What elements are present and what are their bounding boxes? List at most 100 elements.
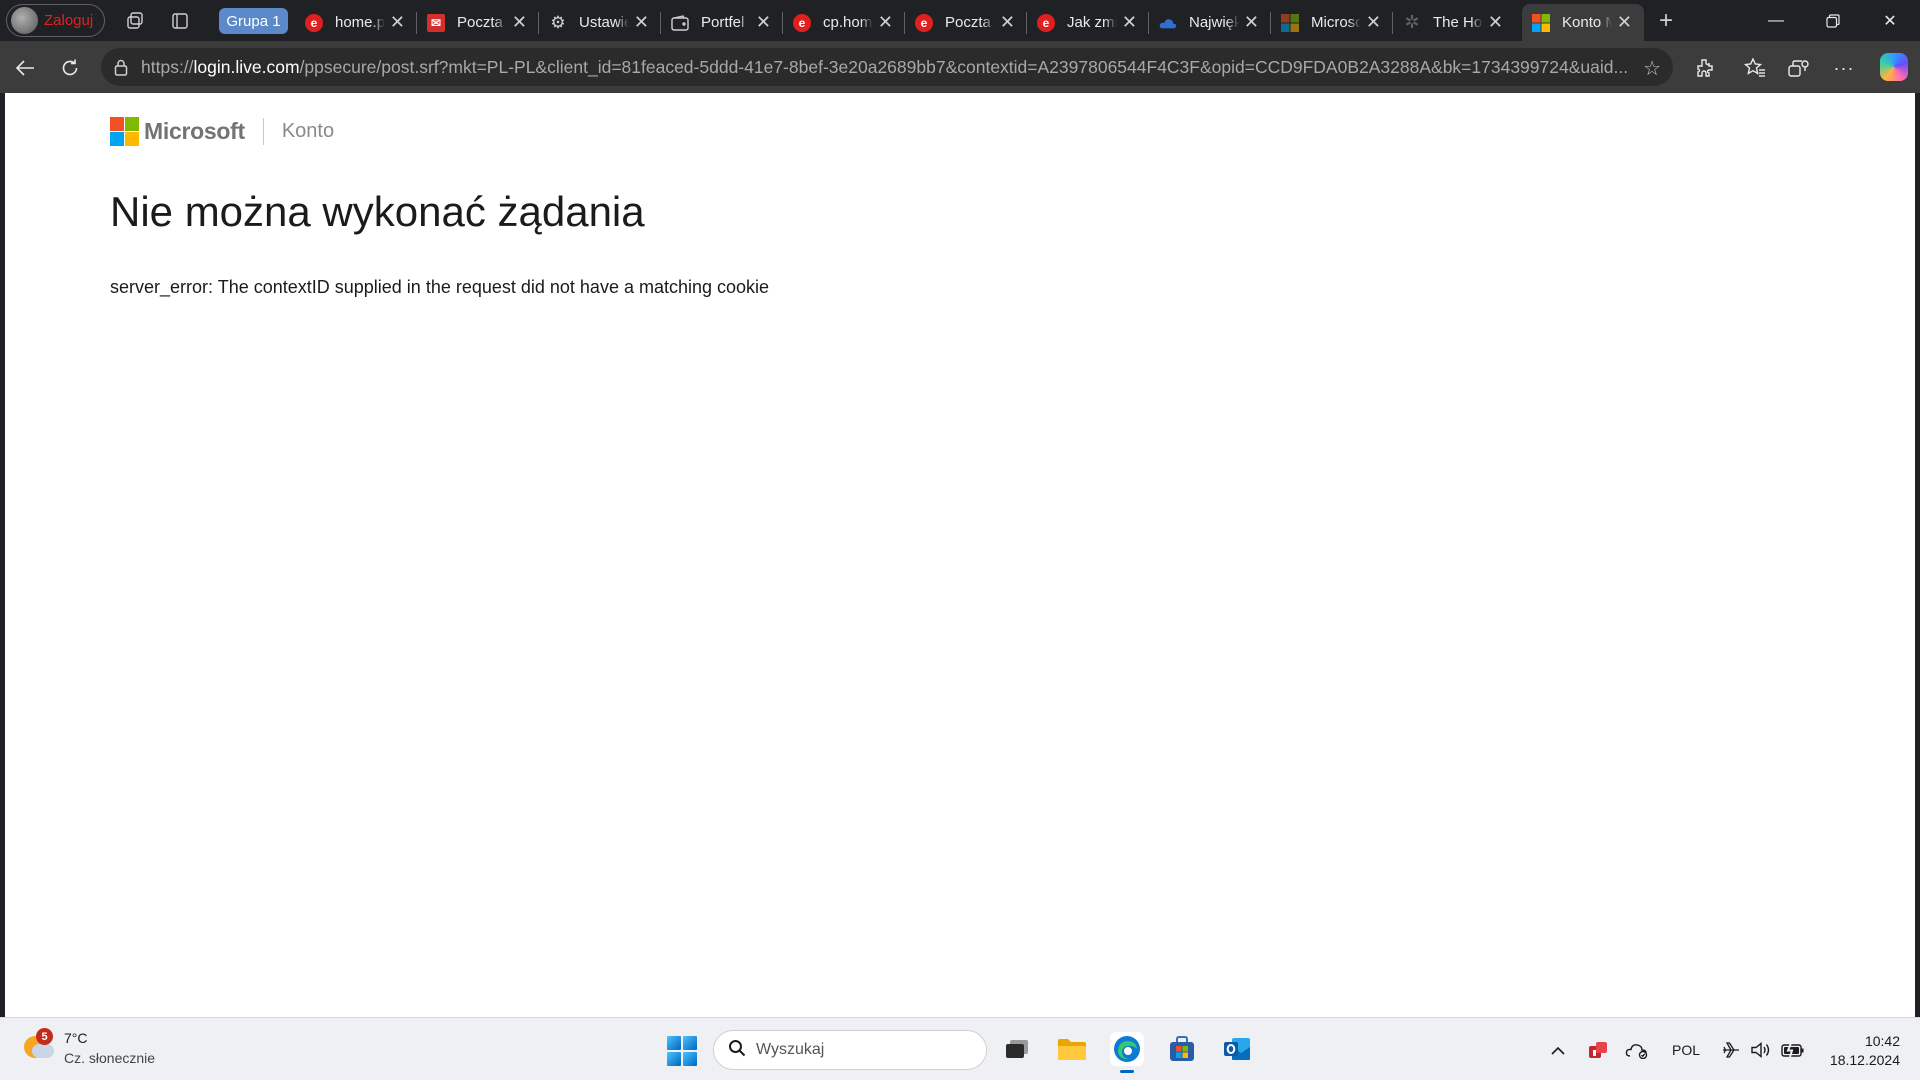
mail-favicon-icon: ✉ bbox=[427, 13, 445, 32]
edge-icon[interactable] bbox=[1110, 1032, 1144, 1073]
microsoft-header: Microsoft Konto bbox=[110, 117, 334, 146]
close-tab-icon[interactable]: ✕ bbox=[390, 12, 405, 33]
tab-strip: Zaloguj Grupa 1 e home.pl ✕ ✉ Poczta ✕ ⚙… bbox=[0, 0, 1920, 41]
page-content: Microsoft Konto Nie można wykonać żądani… bbox=[5, 93, 1915, 1017]
minimize-icon[interactable]: — bbox=[1753, 4, 1799, 38]
outlook-icon[interactable] bbox=[1220, 1032, 1254, 1066]
onedrive-icon bbox=[1159, 14, 1177, 32]
tab-the-home[interactable]: ✲ The Home ✕ bbox=[1393, 4, 1515, 41]
weather-description: Cz. słonecznie bbox=[64, 1050, 156, 1066]
close-tab-icon[interactable]: ✕ bbox=[1244, 12, 1259, 33]
tab-title: The Home bbox=[1433, 14, 1483, 31]
search-placeholder: Wyszukaj bbox=[756, 1041, 825, 1058]
home-pl-favicon-icon: e bbox=[305, 13, 323, 32]
url-text: https://login.live.com/ppsecure/post.srf… bbox=[141, 57, 1631, 78]
home-pl-favicon-icon: e bbox=[793, 13, 811, 32]
tab-jak-zmienic[interactable]: e Jak zmienić ✕ bbox=[1027, 4, 1149, 41]
search-icon bbox=[728, 1039, 746, 1062]
browser-toolbar: https://login.live.com/ppsecure/post.srf… bbox=[0, 41, 1920, 93]
tab-group-chip[interactable]: Grupa 1 bbox=[219, 8, 288, 34]
url-host: login.live.com bbox=[193, 56, 300, 77]
error-message: server_error: The contextID supplied in … bbox=[110, 277, 770, 297]
tab-title: Ustawienia bbox=[579, 14, 629, 31]
close-tab-icon[interactable]: ✕ bbox=[512, 12, 527, 33]
tab-konto-microsoft[interactable]: Konto Microsoft ✕ bbox=[1522, 4, 1644, 41]
restore-icon[interactable] bbox=[1810, 4, 1856, 38]
battery-icon[interactable] bbox=[1780, 1038, 1806, 1062]
tab-portfel[interactable]: Portfel ✕ bbox=[661, 4, 783, 41]
tab-najwieksze[interactable]: Największe ✕ bbox=[1149, 4, 1271, 41]
collections-icon[interactable] bbox=[1784, 53, 1814, 83]
airplane-mode-icon[interactable] bbox=[1720, 1038, 1742, 1062]
close-tab-icon[interactable]: ✕ bbox=[878, 12, 893, 33]
tab-title: Portfel bbox=[701, 14, 745, 31]
wallet-icon bbox=[671, 14, 689, 32]
close-tab-icon[interactable]: ✕ bbox=[1122, 12, 1137, 33]
tab-title: Poczta bbox=[457, 14, 503, 31]
profile-label: Zaloguj bbox=[44, 12, 94, 29]
clock[interactable]: 10:42 18.12.2024 bbox=[1820, 1032, 1900, 1070]
task-view-icon[interactable] bbox=[1000, 1032, 1034, 1066]
address-bar[interactable]: https://login.live.com/ppsecure/post.srf… bbox=[101, 48, 1673, 86]
close-tab-icon[interactable]: ✕ bbox=[1617, 12, 1632, 33]
antivirus-tray-icon[interactable] bbox=[1585, 1038, 1611, 1062]
puzzle-favicon-icon: ✲ bbox=[1404, 12, 1420, 32]
weather-badge: 5 bbox=[36, 1028, 53, 1045]
more-options-icon[interactable]: ··· bbox=[1829, 53, 1859, 83]
tab-title: Konto Microsoft bbox=[1562, 14, 1612, 31]
extensions-icon[interactable] bbox=[1689, 53, 1719, 83]
close-tab-icon[interactable]: ✕ bbox=[1488, 12, 1503, 33]
copilot-icon[interactable] bbox=[1880, 53, 1908, 81]
taskbar: 5 7°C Cz. słonecznie Wyszukaj POL 10:42 … bbox=[0, 1017, 1920, 1080]
start-button[interactable] bbox=[667, 1036, 697, 1066]
tab-title: Jak zmienić bbox=[1067, 14, 1117, 31]
favorites-icon[interactable] bbox=[1740, 53, 1770, 83]
language-indicator[interactable]: POL bbox=[1668, 1038, 1704, 1062]
lock-icon[interactable] bbox=[113, 58, 129, 76]
tab-title: cp.home.pl bbox=[823, 14, 873, 31]
close-tab-icon[interactable]: ✕ bbox=[756, 12, 771, 33]
section-name: Konto bbox=[281, 120, 335, 142]
refresh-icon[interactable] bbox=[55, 53, 85, 83]
tab-title: Microsoft bbox=[1311, 14, 1361, 31]
microsoft-logo-icon bbox=[110, 117, 139, 146]
microsoft-store-icon[interactable] bbox=[1165, 1032, 1199, 1066]
weather-temperature: 7°C bbox=[64, 1030, 88, 1046]
brand-name: Microsoft bbox=[144, 118, 245, 144]
profile-button[interactable]: Zaloguj bbox=[6, 4, 105, 37]
tab-title: home.pl bbox=[335, 14, 385, 31]
close-tab-icon[interactable]: ✕ bbox=[1366, 12, 1381, 33]
url-path: /ppsecure/post.srf?mkt=PL-PL&client_id=8… bbox=[299, 56, 1629, 77]
clock-time: 10:42 bbox=[1864, 1033, 1900, 1049]
new-tab-icon[interactable]: + bbox=[1653, 7, 1679, 34]
tab-poczta-2[interactable]: e Poczta ✕ bbox=[905, 4, 1027, 41]
close-tab-icon[interactable]: ✕ bbox=[634, 12, 649, 33]
file-explorer-icon[interactable] bbox=[1055, 1032, 1089, 1066]
home-pl-favicon-icon: e bbox=[1037, 13, 1055, 32]
workspaces-icon[interactable] bbox=[122, 8, 148, 34]
taskbar-search[interactable]: Wyszukaj bbox=[713, 1030, 987, 1070]
home-pl-favicon-icon: e bbox=[915, 13, 933, 32]
weather-widget[interactable]: 5 7°C Cz. słonecznie bbox=[22, 1028, 156, 1066]
back-icon[interactable] bbox=[10, 53, 40, 83]
tab-home-pl[interactable]: e home.pl ✕ bbox=[295, 4, 417, 41]
volume-icon[interactable] bbox=[1749, 1038, 1773, 1062]
tab-poczta[interactable]: ✉ Poczta ✕ bbox=[417, 4, 539, 41]
favorite-star-icon[interactable]: ☆ bbox=[1643, 56, 1661, 81]
microsoft-logo-icon bbox=[1281, 13, 1299, 32]
tab-ustawienia[interactable]: ⚙ Ustawienia ✕ bbox=[539, 4, 661, 41]
page-title: Nie można wykonać żądania bbox=[110, 188, 645, 235]
tab-title: Największe bbox=[1189, 14, 1239, 31]
vertical-tabs-icon[interactable] bbox=[167, 8, 193, 34]
weather-icon: 5 bbox=[22, 1028, 54, 1062]
avatar bbox=[11, 7, 38, 34]
gear-icon: ⚙ bbox=[550, 12, 566, 32]
clock-date: 18.12.2024 bbox=[1829, 1052, 1900, 1068]
close-window-icon[interactable]: ✕ bbox=[1867, 4, 1913, 38]
tab-cp-home-pl[interactable]: e cp.home.pl ✕ bbox=[783, 4, 905, 41]
microsoft-logo-icon bbox=[1532, 13, 1550, 32]
close-tab-icon[interactable]: ✕ bbox=[1000, 12, 1015, 33]
tab-microsoft[interactable]: Microsoft ✕ bbox=[1271, 4, 1393, 41]
onedrive-tray-icon[interactable] bbox=[1623, 1038, 1651, 1062]
show-hidden-icons-icon[interactable] bbox=[1548, 1038, 1568, 1062]
